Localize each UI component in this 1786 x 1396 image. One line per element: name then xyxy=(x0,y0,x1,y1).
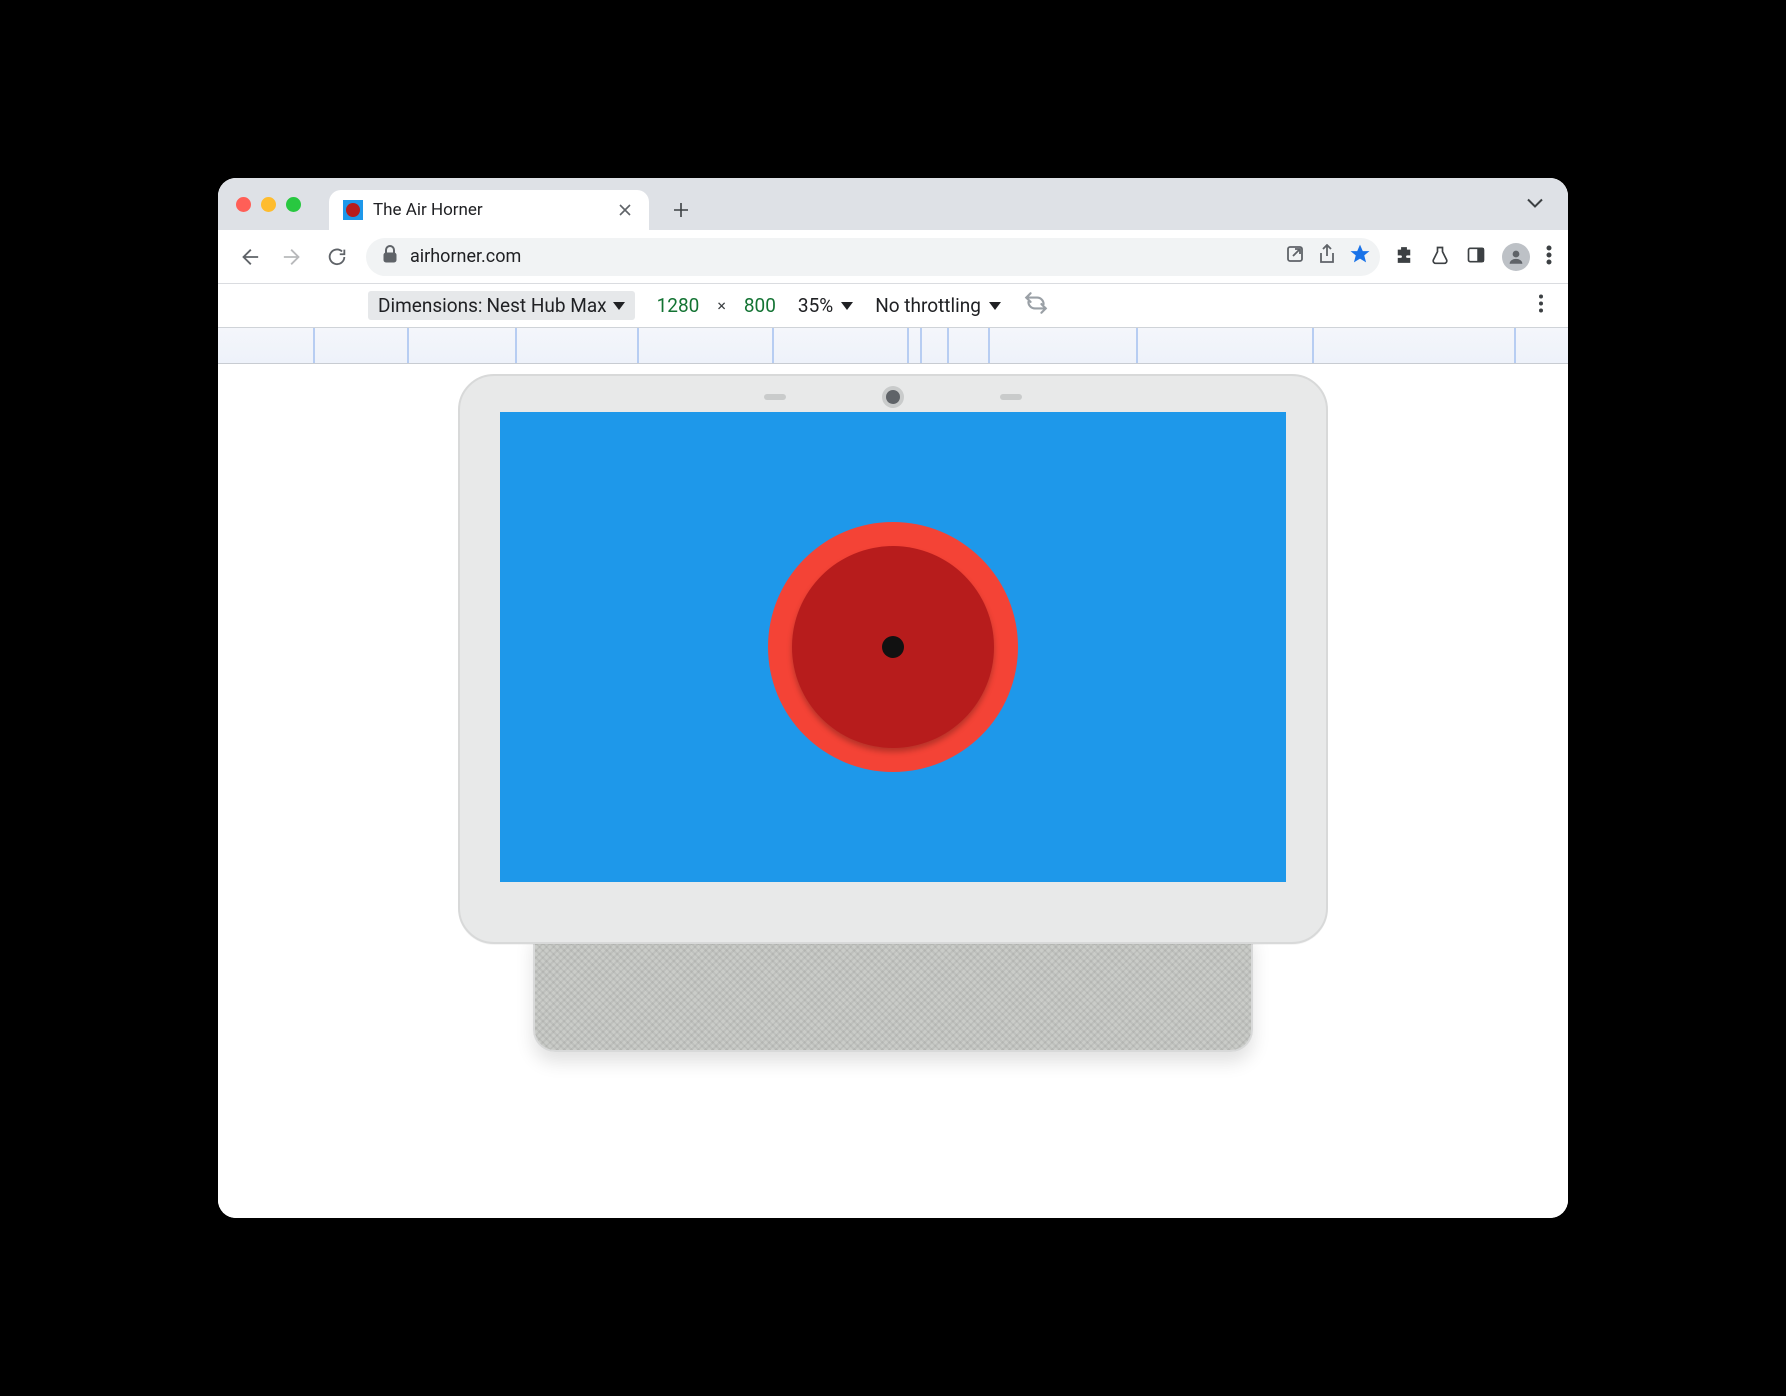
caret-down-icon xyxy=(989,302,1001,310)
device-frame xyxy=(458,374,1328,1052)
browser-window: The Air Horner xyxy=(218,178,1568,1218)
ruler-tick xyxy=(637,328,639,363)
ruler-tick xyxy=(407,328,409,363)
device-name: Nest Hub Max xyxy=(486,294,606,317)
rotate-device-icon[interactable] xyxy=(1023,290,1049,321)
favicon-icon xyxy=(343,200,363,220)
back-button[interactable] xyxy=(234,242,264,272)
forward-button[interactable] xyxy=(278,242,308,272)
ruler-tick xyxy=(313,328,315,363)
address-bar[interactable]: airhorner.com xyxy=(366,238,1380,276)
device-width-input[interactable]: 1280 xyxy=(657,294,700,317)
extensions-icon[interactable] xyxy=(1394,245,1414,269)
caret-down-icon xyxy=(613,302,625,310)
device-sensors xyxy=(764,390,1022,404)
device-selector[interactable]: Dimensions: Nest Hub Max xyxy=(368,291,635,320)
sensor-slit xyxy=(764,394,786,400)
ruler-tick xyxy=(772,328,774,363)
throttling-selector[interactable]: No throttling xyxy=(875,294,1001,317)
breakpoint-ruler[interactable] xyxy=(218,328,1568,364)
ruler-tick xyxy=(920,328,922,363)
device-toolbar-menu-icon[interactable] xyxy=(1538,293,1544,318)
device-bezel xyxy=(458,374,1328,944)
ruler-tick xyxy=(1514,328,1516,363)
zoom-value: 35% xyxy=(798,294,833,317)
tabs-overflow-button[interactable] xyxy=(1526,195,1544,214)
tab-title: The Air Horner xyxy=(373,200,483,220)
window-minimize-button[interactable] xyxy=(261,197,276,212)
device-screen[interactable] xyxy=(500,412,1286,882)
side-panel-icon[interactable] xyxy=(1466,245,1486,269)
profile-avatar[interactable] xyxy=(1502,243,1530,271)
ruler-tick xyxy=(1136,328,1138,363)
ruler-tick xyxy=(1312,328,1314,363)
device-height-input[interactable]: 800 xyxy=(744,294,776,317)
dimension-separator: × xyxy=(717,296,726,315)
ruler-tick xyxy=(947,328,949,363)
toolbar-actions xyxy=(1394,243,1552,271)
tab-strip: The Air Horner xyxy=(218,178,1568,230)
lock-icon xyxy=(382,245,398,268)
browser-toolbar: airhorner.com xyxy=(218,230,1568,284)
camera-icon xyxy=(886,390,900,404)
window-controls xyxy=(236,178,301,230)
bookmark-star-icon[interactable] xyxy=(1350,244,1370,269)
window-zoom-button[interactable] xyxy=(286,197,301,212)
zoom-selector[interactable]: 35% xyxy=(798,294,853,317)
reload-button[interactable] xyxy=(322,242,352,272)
new-tab-button[interactable] xyxy=(663,192,699,228)
tab-close-button[interactable] xyxy=(615,200,635,220)
caret-down-icon xyxy=(841,302,853,310)
air-horn-button[interactable] xyxy=(768,522,1018,772)
share-icon[interactable] xyxy=(1318,244,1336,269)
window-close-button[interactable] xyxy=(236,197,251,212)
horn-hole xyxy=(882,636,904,658)
labs-icon[interactable] xyxy=(1430,245,1450,269)
ruler-tick xyxy=(988,328,990,363)
viewport-content xyxy=(218,364,1568,1218)
open-external-icon[interactable] xyxy=(1286,245,1304,268)
device-dimensions: 1280 × 800 xyxy=(657,294,776,317)
browser-tab[interactable]: The Air Horner xyxy=(329,190,649,230)
dimensions-prefix: Dimensions: xyxy=(378,294,482,317)
url-text: airhorner.com xyxy=(410,246,1274,267)
sensor-slit xyxy=(1000,394,1022,400)
chrome-menu-icon[interactable] xyxy=(1546,245,1552,269)
device-toolbar: Dimensions: Nest Hub Max 1280 × 800 35% … xyxy=(218,284,1568,328)
ruler-tick xyxy=(907,328,909,363)
device-base xyxy=(533,932,1253,1052)
throttling-value: No throttling xyxy=(875,294,981,317)
ruler-tick xyxy=(515,328,517,363)
